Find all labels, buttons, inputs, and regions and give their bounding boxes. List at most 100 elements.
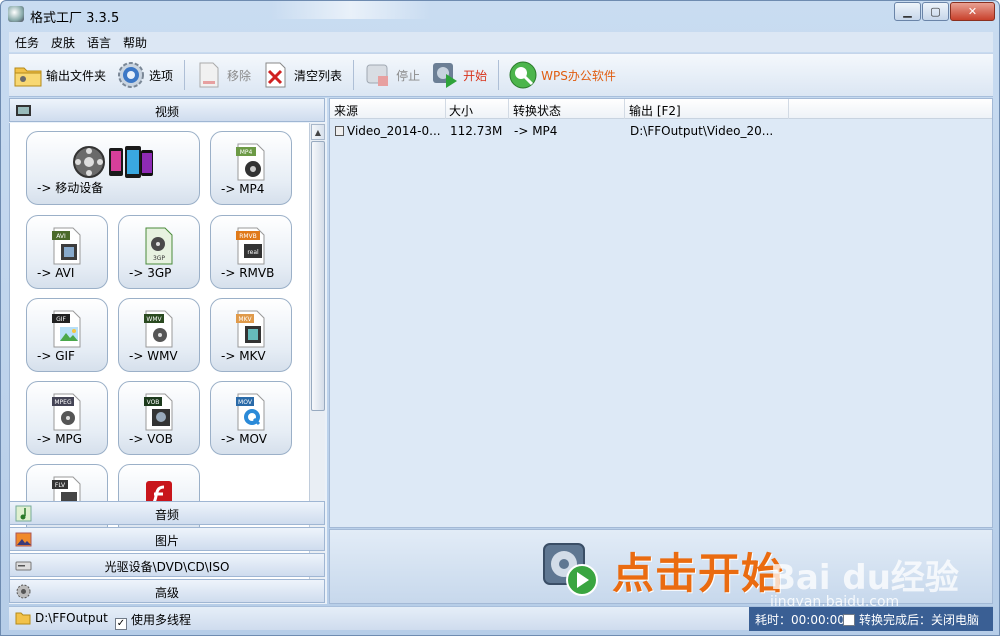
app-logo-icon xyxy=(8,6,24,22)
wmv-icon: WMV xyxy=(142,309,176,349)
column-status[interactable]: 转换状态 xyxy=(513,102,561,119)
start-area: 点击开始 Bai du经验 jingyan.baidu.com xyxy=(329,529,993,610)
category-advanced[interactable]: 高级 xyxy=(9,579,325,603)
mov-icon: MOV xyxy=(234,392,268,432)
status-right: 耗时：00:00:00 转换完成后：关闭电脑 xyxy=(749,607,993,631)
format-gif-button[interactable]: GIF -> GIF xyxy=(26,298,108,372)
category-picture-label: 图片 xyxy=(154,534,179,548)
gif-icon: GIF xyxy=(50,309,84,349)
remove-file-icon xyxy=(194,60,224,90)
column-size[interactable]: 大小 xyxy=(449,102,473,119)
start-icon xyxy=(430,60,460,90)
menu-bar: 任务 皮肤 语言 帮助 xyxy=(9,32,993,52)
format-vob-label: -> VOB xyxy=(129,432,173,446)
format-mkv-button[interactable]: MKV -> MKV xyxy=(210,298,292,372)
output-folder-status-icon[interactable] xyxy=(15,611,31,625)
remove-button[interactable]: 移除 xyxy=(190,57,255,93)
clear-list-button[interactable]: 清空列表 xyxy=(257,57,346,93)
start-button[interactable]: 开始 xyxy=(426,57,491,93)
column-divider[interactable] xyxy=(445,99,446,119)
options-label: 选项 xyxy=(149,68,174,83)
after-conversion-label: 转换完成后：关闭电脑 xyxy=(859,613,980,627)
stop-label: 停止 xyxy=(396,68,421,83)
column-divider[interactable] xyxy=(508,99,509,119)
category-rom-device[interactable]: 光驱设备\DVD\CD\ISO xyxy=(9,553,325,577)
table-row[interactable]: Video_2014-0... 112.73M -> MP4 D:\FFOutp… xyxy=(330,121,992,141)
svg-text:real: real xyxy=(247,249,259,256)
svg-text:MP4: MP4 xyxy=(240,149,253,156)
format-mkv-label: -> MKV xyxy=(221,349,266,363)
category-video[interactable]: 视频 xyxy=(9,98,325,122)
format-mobile-label: -> 移动设备 xyxy=(37,181,104,195)
format-gif-label: -> GIF xyxy=(37,349,75,363)
svg-text:MPEG: MPEG xyxy=(54,399,72,406)
format-mov-label: -> MOV xyxy=(221,432,267,446)
output-path[interactable]: D:\FFOutput xyxy=(35,611,108,625)
click-start-label[interactable]: 点击开始 xyxy=(612,540,784,601)
category-picture[interactable]: 图片 xyxy=(9,527,325,551)
svg-text:3GP: 3GP xyxy=(153,255,165,262)
remove-label: 移除 xyxy=(227,68,252,83)
minimize-button[interactable]: ▁ xyxy=(894,2,921,21)
format-mpg-button[interactable]: MPEG -> MPG xyxy=(26,381,108,455)
format-mp4-button[interactable]: MP4 -> MP4 xyxy=(210,131,292,205)
scroll-thumb[interactable] xyxy=(311,141,325,411)
wps-label: WPS办公软件 xyxy=(541,68,616,83)
close-button[interactable]: ✕ xyxy=(950,2,995,21)
maximize-button[interactable]: ▢ xyxy=(922,2,949,21)
format-vob-button[interactable]: VOB -> VOB xyxy=(118,381,200,455)
menu-task[interactable]: 任务 xyxy=(9,34,45,51)
format-3gp-button[interactable]: 3GP -> 3GP xyxy=(118,215,200,289)
category-advanced-label: 高级 xyxy=(154,586,179,600)
format-mobile-button[interactable]: -> 移动设备 xyxy=(26,131,200,205)
title-glare xyxy=(271,1,431,19)
row-size: 112.73M xyxy=(450,124,503,138)
menu-skin[interactable]: 皮肤 xyxy=(45,34,81,51)
svg-text:MOV: MOV xyxy=(238,399,253,406)
gear-icon xyxy=(116,60,146,90)
toolbar-separator xyxy=(184,60,186,90)
window-controls: ▁ ▢ ✕ xyxy=(893,2,995,21)
svg-text:FLV: FLV xyxy=(55,482,66,489)
column-divider[interactable] xyxy=(624,99,625,119)
start-label: 开始 xyxy=(463,68,488,83)
after-conversion-checkbox[interactable] xyxy=(843,614,855,626)
format-wmv-button[interactable]: WMV -> WMV xyxy=(118,298,200,372)
after-conversion-option[interactable]: 转换完成后：关闭电脑 xyxy=(843,611,979,628)
elapsed-time: 耗时：00:00:00 xyxy=(755,613,845,627)
options-button[interactable]: 选项 xyxy=(112,57,177,93)
maximize-icon: ▢ xyxy=(930,5,941,18)
task-list-header: 来源 大小 转换状态 输出 [F2] xyxy=(330,99,992,119)
menu-language[interactable]: 语言 xyxy=(81,34,117,51)
multithread-checkbox[interactable]: ✓ xyxy=(115,618,127,630)
format-mov-button[interactable]: MOV -> MOV xyxy=(210,381,292,455)
row-source: Video_2014-0... xyxy=(347,124,441,138)
start-big-icon[interactable] xyxy=(540,538,602,598)
clear-list-icon xyxy=(261,60,291,90)
status-bar: D:\FFOutput ✓ 使用多线程 耗时：00:00:00 转换完成后：关闭电… xyxy=(9,606,993,631)
wps-button[interactable]: WPS办公软件 xyxy=(504,57,620,93)
column-divider[interactable] xyxy=(788,99,789,119)
toolbar-separator xyxy=(498,60,500,90)
format-rmvb-button[interactable]: RMVB real -> RMVB xyxy=(210,215,292,289)
avi-icon: AVI xyxy=(50,226,84,266)
svg-text:WMV: WMV xyxy=(146,316,162,323)
stop-button[interactable]: 停止 xyxy=(359,57,424,93)
format-avi-button[interactable]: AVI -> AVI xyxy=(26,215,108,289)
format-wmv-label: -> WMV xyxy=(129,349,178,363)
multithread-label: 使用多线程 xyxy=(131,613,192,627)
scroll-up-button[interactable]: ▲ xyxy=(311,124,325,140)
toolbar: 输出文件夹 选项 移除 清空列表 停止 开始 WPS办公软件 xyxy=(9,53,993,97)
rmvb-icon: RMVB real xyxy=(234,226,268,266)
multithread-option[interactable]: ✓ 使用多线程 xyxy=(115,611,191,630)
column-source[interactable]: 来源 xyxy=(334,102,358,119)
format-mpg-label: -> MPG xyxy=(37,432,83,446)
category-audio[interactable]: 音频 xyxy=(9,501,325,525)
3gp-icon: 3GP xyxy=(142,226,176,266)
menu-help[interactable]: 帮助 xyxy=(117,34,153,51)
output-folder-button[interactable]: 输出文件夹 xyxy=(9,57,110,93)
svg-text:MKV: MKV xyxy=(238,316,252,323)
baidu-watermark: Bai du经验 xyxy=(770,558,959,598)
column-output[interactable]: 输出 [F2] xyxy=(629,102,681,119)
app-window: 格式工厂 3.3.5 ▁ ▢ ✕ 任务 皮肤 语言 帮助 输出文件夹 选项 移除… xyxy=(0,0,1000,636)
